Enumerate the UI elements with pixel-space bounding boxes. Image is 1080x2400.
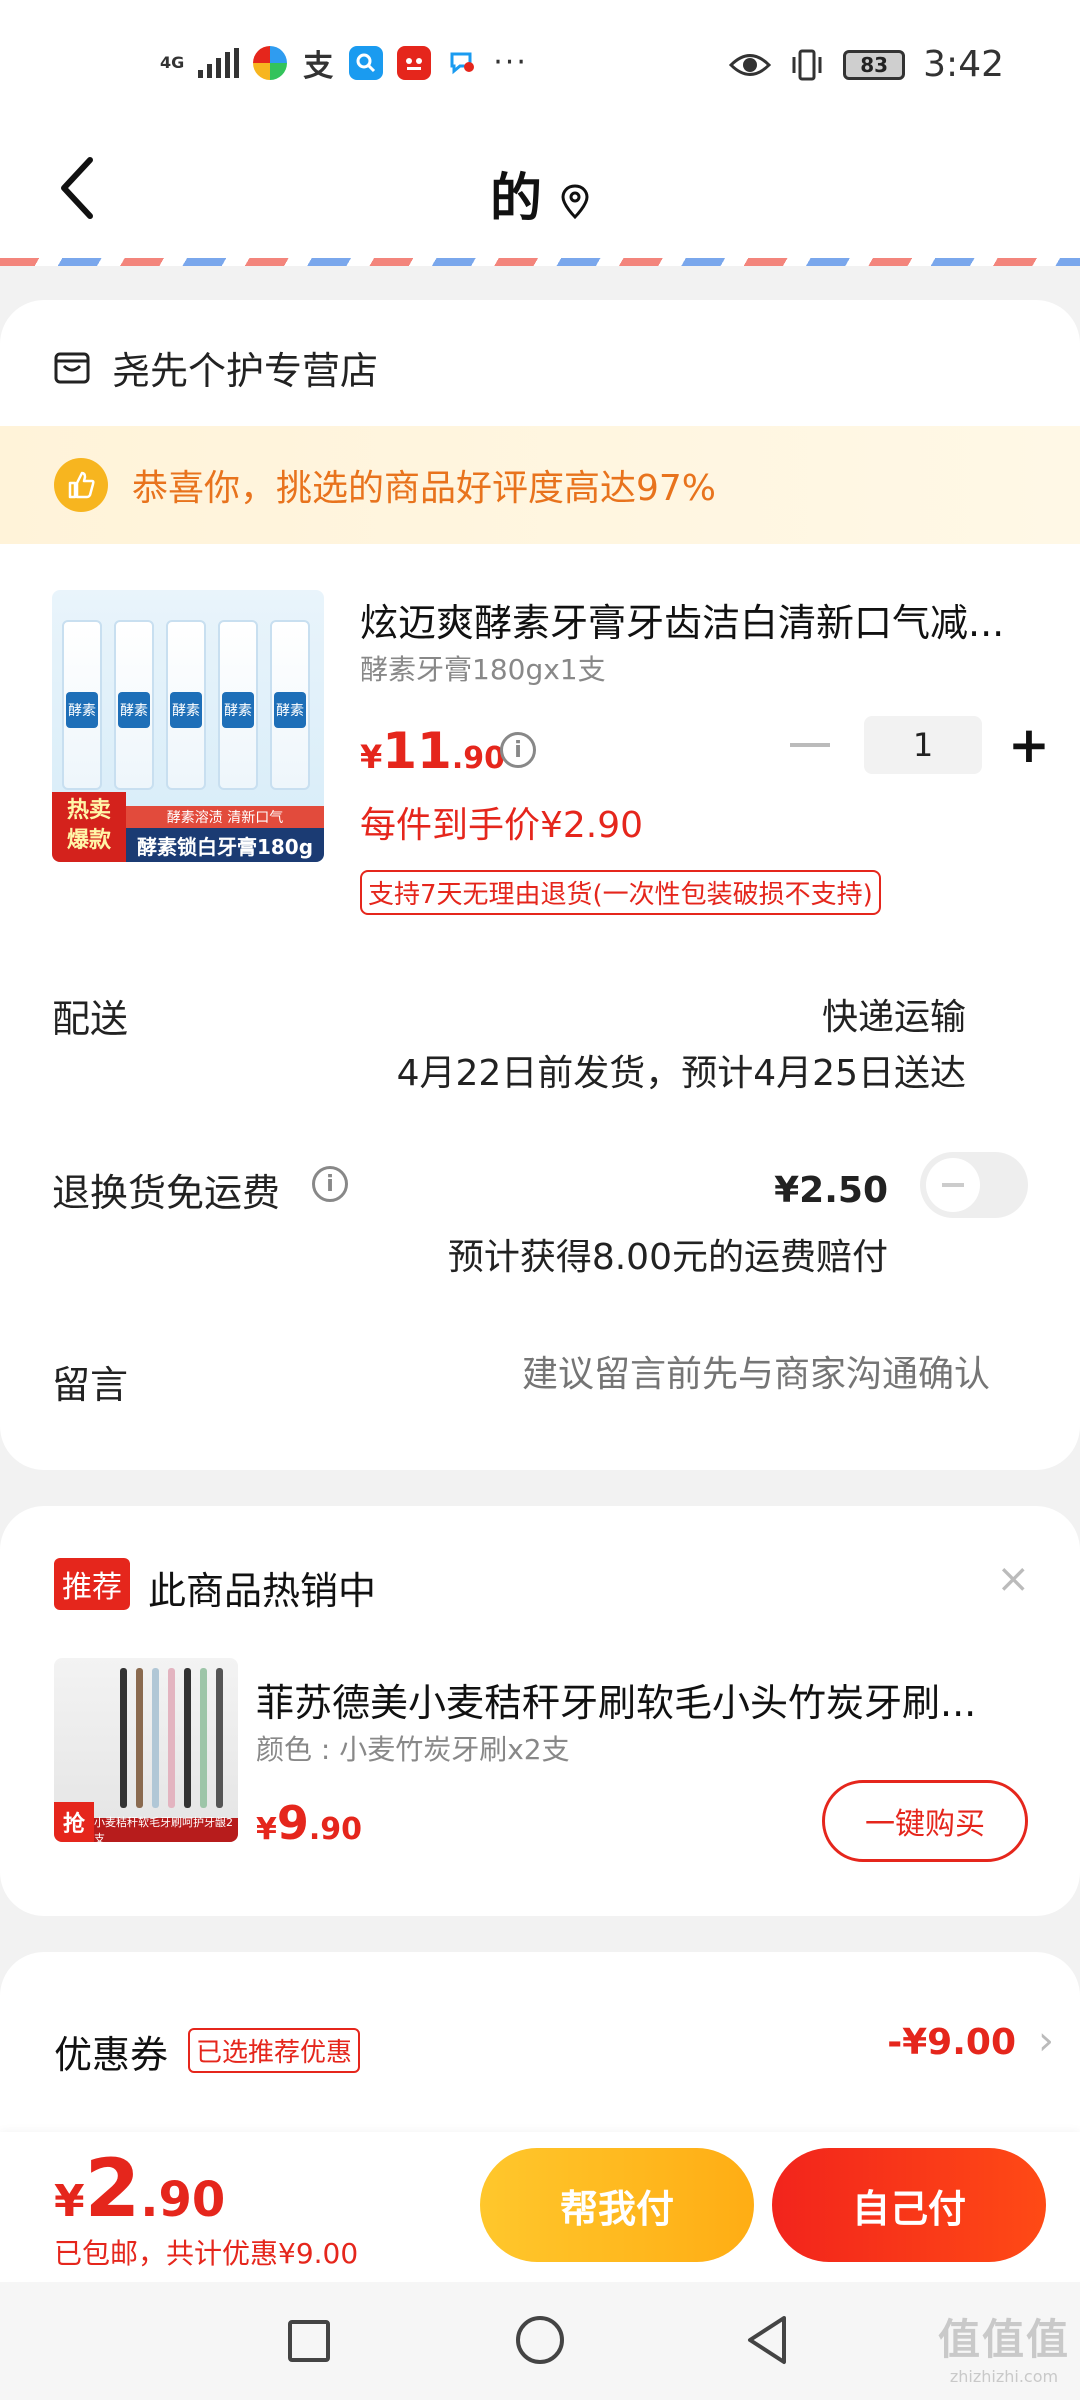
decrease-button[interactable] [790, 743, 830, 747]
image-strip: 小麦秸秆软毛牙刷呵护牙龈2支 [94, 1816, 238, 1842]
product-spec[interactable]: 酵素牙膏180gx1支 [360, 648, 606, 688]
total-note: 已包邮，共计优惠¥9.00 [54, 2237, 359, 2270]
coupon-amount: -¥9.00 [887, 2022, 1016, 2063]
network-type: 4G [160, 52, 185, 72]
recommend-product-image[interactable]: 小麦秸秆软毛牙刷呵护牙龈2支 抢 [54, 1658, 238, 1842]
toggle-knob [926, 1158, 980, 1212]
eye-icon [729, 53, 772, 76]
recommend-product-name[interactable]: 菲苏德美小麦秸秆牙刷软毛小头竹炭牙刷... [256, 1672, 1016, 1727]
order-card: 尧先个护专营店 恭喜你，挑选的商品好评度高达97% 酵素 酵素 酵素 酵素 酵素… [0, 300, 1080, 1470]
app-notification-icon [253, 45, 288, 80]
status-right: 83 3:42 [729, 44, 1004, 85]
total-int: 2 [84, 2142, 141, 2235]
watermark: 值值值 zhizhizhi.com [938, 2306, 1070, 2386]
clock: 3:42 [923, 44, 1004, 85]
battery-icon: 83 [843, 49, 906, 80]
search-app-icon [349, 45, 384, 80]
image-banner: 酵素锁白牙膏180g [126, 828, 324, 862]
coupon-card[interactable]: 优惠券 已选推荐优惠 -¥9.00 › [0, 1952, 1080, 2152]
price-int: 9 [276, 1796, 309, 1850]
nav-header: 的 [0, 130, 1080, 258]
home-icon[interactable] [516, 2316, 564, 2364]
status-left: 4G 支 ··· [160, 45, 528, 84]
vibrate-icon [792, 49, 822, 80]
recommend-product-price: ¥9.90 [256, 1796, 362, 1850]
price-dec: .90 [308, 1812, 363, 1847]
shop-name: 尧先个护专营店 [112, 349, 379, 393]
page-title: 的 [489, 169, 542, 229]
return-fee-toggle[interactable] [920, 1152, 1028, 1218]
location-pin-icon[interactable] [560, 184, 590, 220]
increase-button[interactable]: + [1008, 720, 1050, 770]
hot-sale-tag: 热卖 爆款 [52, 792, 126, 862]
delivery-eta: 4月22日前发货，预计4月25日送达 [396, 1053, 966, 1094]
airmail-divider [0, 258, 1080, 266]
tube-label: 酵素 [66, 692, 98, 728]
back-triangle-icon[interactable] [744, 2314, 792, 2366]
page-title-wrap: 的 [0, 156, 1080, 231]
news-app-icon [397, 45, 432, 80]
recommend-title: 此商品热销中 [148, 1569, 377, 1613]
pay-myself-button[interactable]: 自己付 [772, 2148, 1046, 2262]
coupon-tag: 已选推荐优惠 [188, 2028, 361, 2073]
pay-for-me-button[interactable]: 帮我付 [480, 2148, 754, 2262]
praise-text: 恭喜你，挑选的商品好评度高达97% [132, 468, 717, 509]
more-notifications-icon: ··· [493, 45, 528, 80]
signal-icon [198, 47, 240, 78]
coupon-label: 优惠券 [54, 2033, 169, 2077]
shop-row[interactable]: 尧先个护专营店 [52, 340, 378, 395]
product-image[interactable]: 酵素 酵素 酵素 酵素 酵素 酵素溶渍 清新口气 酵素锁白牙膏180g 热卖 爆… [52, 590, 324, 862]
unit-price: 每件到手价¥2.90 [360, 805, 644, 846]
price-symbol: ¥ [256, 1812, 277, 1847]
watermark-main: 值值值 [937, 2315, 1070, 2364]
price-dec: .90 [451, 741, 506, 776]
price-int: 11 [382, 722, 452, 780]
delivery-method[interactable]: 快递运输 [822, 988, 966, 1040]
total-price: ¥2.90 [54, 2142, 225, 2235]
product-price: ¥11.90 [360, 722, 505, 780]
product-title[interactable]: 炫迈爽酵素牙膏牙齿洁白清新口气减... [360, 592, 1030, 647]
alipay-icon: 支 [303, 48, 334, 84]
delivery-label: 配送 [52, 997, 129, 1041]
quantity-value[interactable]: 1 [864, 716, 982, 774]
message-app-icon [445, 46, 479, 80]
recents-icon[interactable] [288, 2320, 330, 2362]
quantity-stepper: 1 + [790, 716, 1050, 774]
close-icon[interactable]: × [996, 1556, 1030, 1602]
info-icon[interactable]: i [500, 732, 536, 768]
message-label: 留言 [52, 1363, 129, 1407]
status-bar: 4G 支 ··· 83 3:42 [0, 0, 1080, 130]
return-fee-note: 预计获得8.00元的运费赔付 [447, 1237, 888, 1278]
tube-label: 酵素 [170, 692, 202, 728]
return-fee-label: 退换货免运费 [52, 1171, 281, 1215]
return-policy-tag: 支持7天无理由退货(一次性包装破损不支持) [360, 870, 881, 915]
tube-label: 酵素 [274, 692, 306, 728]
praise-banner: 恭喜你，挑选的商品好评度高达97% [0, 426, 1080, 544]
image-subtext: 酵素溶渍 清新口气 [126, 806, 324, 828]
return-fee-price: ¥2.50 [774, 1170, 888, 1211]
thumbs-up-icon [54, 458, 108, 512]
recommend-product-spec: 颜色 : 小麦竹炭牙刷x2支 [256, 1733, 570, 1766]
message-input[interactable] [430, 1354, 990, 1395]
tube-label: 酵素 [118, 692, 150, 728]
shop-icon [54, 352, 90, 383]
total-symbol: ¥ [54, 2176, 85, 2227]
recommend-card: 推荐 此商品热销中 × 小麦秸秆软毛牙刷呵护牙龈2支 抢 菲苏德美小麦秸秆牙刷软… [0, 1506, 1080, 1916]
rush-tag: 抢 [54, 1802, 94, 1842]
chevron-right-icon: › [1038, 2018, 1054, 2064]
watermark-sub: zhizhizhi.com [949, 2367, 1059, 2386]
one-click-buy-button[interactable]: 一键购买 [822, 1780, 1028, 1862]
system-nav-bar: 值值值 zhizhizhi.com [0, 2282, 1080, 2400]
recommend-badge: 推荐 [54, 1558, 130, 1610]
checkout-bar: ¥2.90 已包邮，共计优惠¥9.00 帮我付 自己付 [0, 2132, 1080, 2282]
tube-label: 酵素 [222, 692, 254, 728]
price-symbol: ¥ [360, 738, 383, 776]
total-dec: .90 [140, 2172, 226, 2228]
return-fee-info-icon[interactable]: i [312, 1166, 348, 1202]
